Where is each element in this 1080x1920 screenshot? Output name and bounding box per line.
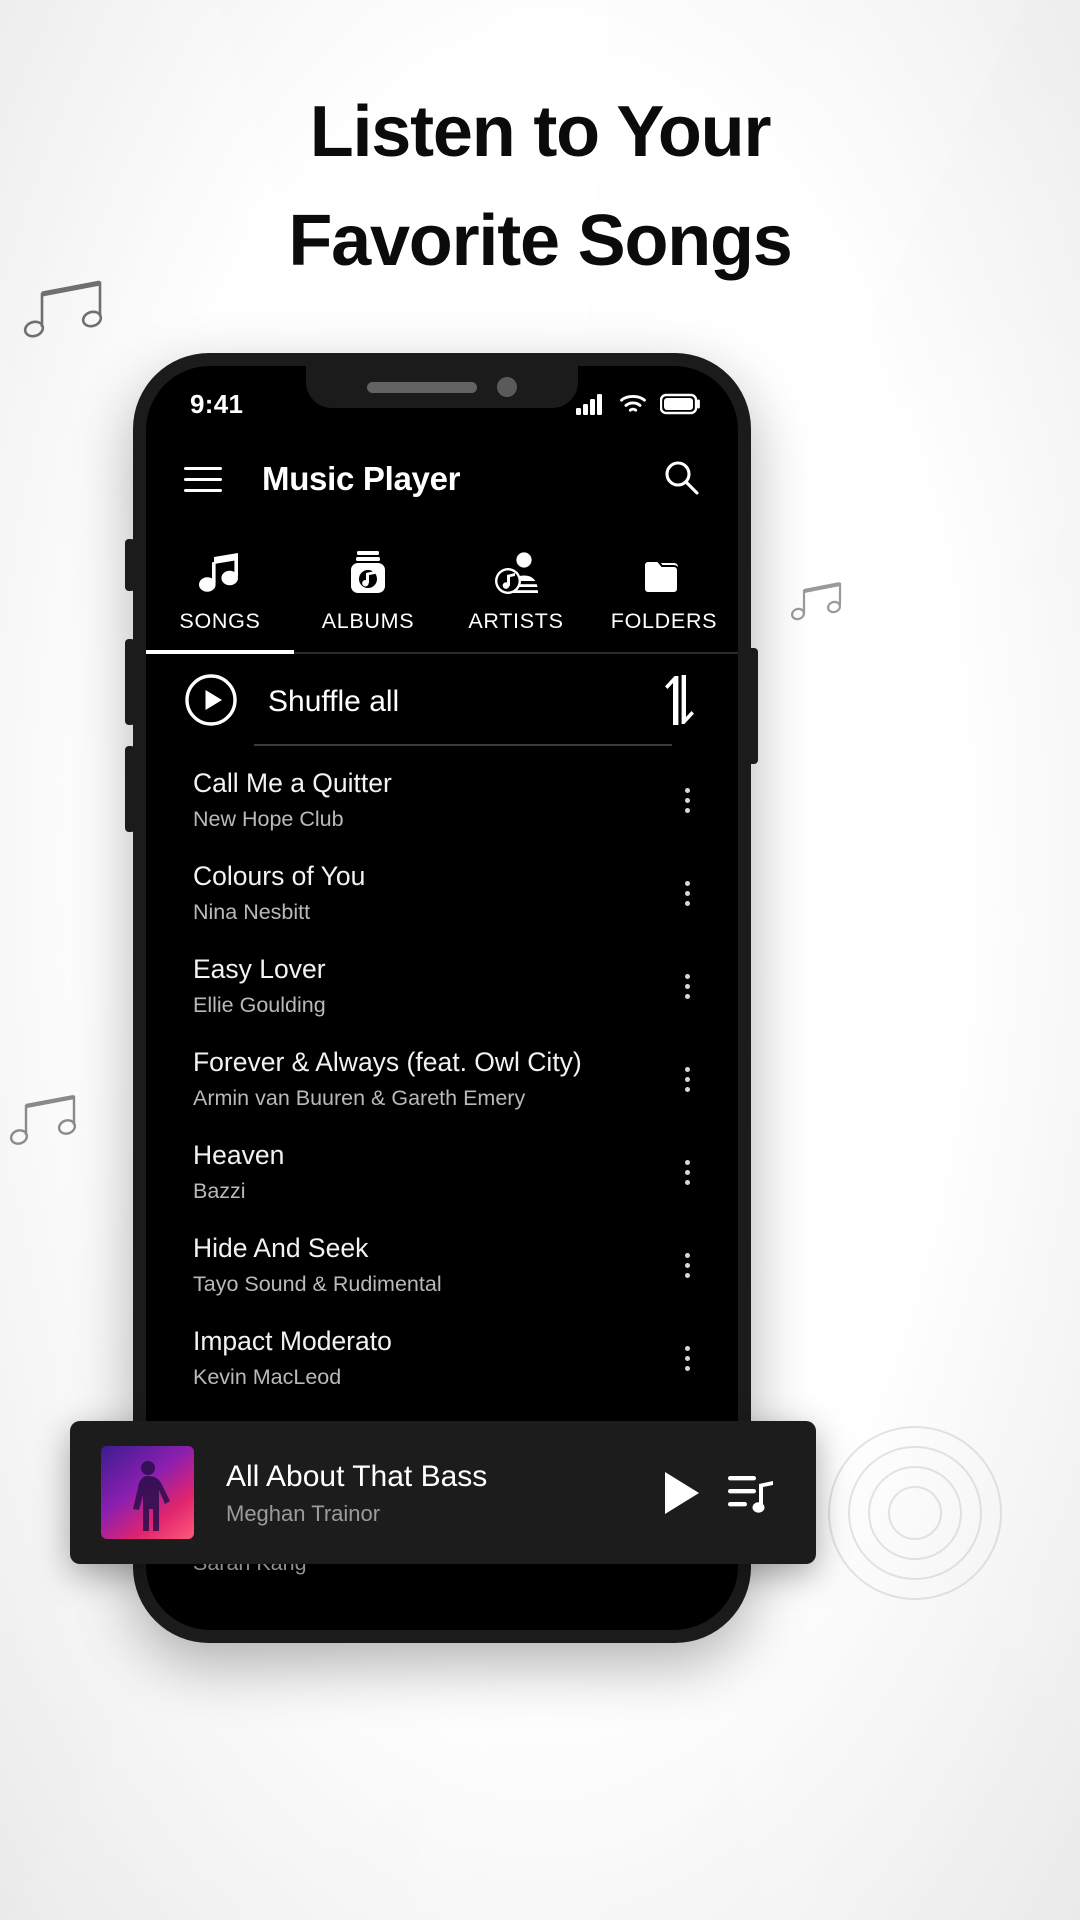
mini-player-artist: Meghan Trainor [226, 1501, 381, 1527]
hamburger-menu-icon[interactable] [184, 466, 222, 492]
tab-albums-label: ALBUMS [321, 608, 415, 633]
tab-folders-label: FOLDERS [610, 608, 718, 633]
song-title: Heaven [193, 1140, 285, 1171]
song-artist: Tayo Sound & Rudimental [193, 1271, 442, 1296]
queue-list-icon[interactable] [716, 1471, 786, 1515]
song-artist: Bazzi [193, 1178, 246, 1203]
song-artist: Ellie Goulding [193, 992, 326, 1017]
tab-songs-label: SONGS [179, 608, 261, 633]
play-circle-icon[interactable] [184, 673, 238, 732]
song-artist: Nina Nesbitt [193, 899, 311, 924]
song-overflow-menu-icon[interactable] [670, 1067, 704, 1092]
album-jar-icon [347, 550, 389, 595]
front-camera-icon [497, 377, 517, 397]
tab-artists[interactable]: ARTISTS [442, 530, 590, 654]
table-row[interactable]: Hide And Seek Tayo Sound & Rudimental [146, 1219, 738, 1312]
song-overflow-menu-icon[interactable] [670, 1253, 704, 1278]
table-row[interactable]: Colours of You Nina Nesbitt [146, 847, 738, 940]
tab-albums[interactable]: ALBUMS [294, 530, 442, 654]
song-overflow-menu-icon[interactable] [670, 1346, 704, 1371]
table-row[interactable]: Heaven Bazzi [146, 1126, 738, 1219]
music-note-icon [198, 551, 242, 595]
shuffle-all-label: Shuffle all [268, 685, 400, 718]
tab-songs[interactable]: SONGS [146, 530, 294, 654]
table-row[interactable]: Easy Lover Ellie Goulding [146, 940, 738, 1033]
headline-line-2: Favorite Songs [288, 201, 793, 282]
tab-bar: SONGS ALBUMS ARTISTS FOLDERS [146, 530, 738, 654]
status-clock: 9:41 [190, 388, 244, 419]
mini-player[interactable]: All About That Bass Meghan Trainor [70, 1421, 816, 1564]
song-title: Call Me a Quitter [193, 768, 392, 799]
headline-line-1: Listen to Your [309, 92, 772, 172]
phone-volume-down-button[interactable] [125, 746, 135, 832]
app-title: Music Player [262, 460, 461, 497]
mini-player-title: All About That Bass [226, 1459, 488, 1493]
song-overflow-menu-icon[interactable] [670, 881, 704, 906]
tab-artists-label: ARTISTS [468, 608, 564, 633]
table-row[interactable]: Impact Moderato Kevin MacLeod [146, 1312, 738, 1405]
song-overflow-menu-icon[interactable] [670, 1160, 704, 1185]
song-title: Colours of You [193, 861, 366, 892]
song-title: Impact Moderato [193, 1326, 392, 1357]
album-art-thumbnail[interactable] [101, 1446, 194, 1539]
song-artist: Kevin MacLeod [193, 1364, 342, 1389]
search-icon[interactable] [662, 458, 700, 501]
phone-power-button[interactable] [748, 648, 758, 764]
tab-folders[interactable]: FOLDERS [590, 530, 738, 654]
song-overflow-menu-icon[interactable] [670, 788, 704, 813]
earpiece-speaker-icon [367, 381, 477, 393]
table-row[interactable]: Call Me a Quitter New Hope Club [146, 754, 738, 847]
song-title: Hide And Seek [193, 1233, 369, 1264]
page-title: Listen to Your Favorite Songs [0, 78, 1080, 297]
phone-notch [306, 366, 578, 408]
table-row[interactable]: Forever & Always (feat. Owl City) Armin … [146, 1033, 738, 1126]
artist-icon [494, 551, 538, 595]
shuffle-all-row[interactable]: Shuffle all [146, 654, 738, 750]
phone-mute-switch[interactable] [125, 539, 135, 591]
song-overflow-menu-icon[interactable] [670, 974, 704, 999]
folder-icon [642, 551, 686, 595]
music-note-decoration-icon [8, 1092, 86, 1146]
play-icon[interactable] [646, 1470, 716, 1516]
signal-bars-icon [576, 393, 606, 415]
vinyl-rings-decoration-icon [820, 1418, 1010, 1613]
phone-volume-up-button[interactable] [125, 639, 135, 725]
song-title: Easy Lover [193, 954, 326, 985]
song-artist: New Hope Club [193, 806, 344, 831]
wifi-icon [619, 393, 647, 415]
app-bar: Music Player [146, 438, 738, 520]
song-artist: Armin van Buuren & Gareth Emery [193, 1085, 526, 1110]
sort-arrows-icon[interactable] [660, 674, 700, 730]
song-title: Forever & Always (feat. Owl City) [193, 1047, 582, 1078]
battery-icon [660, 393, 702, 415]
music-note-decoration-icon [790, 580, 850, 622]
